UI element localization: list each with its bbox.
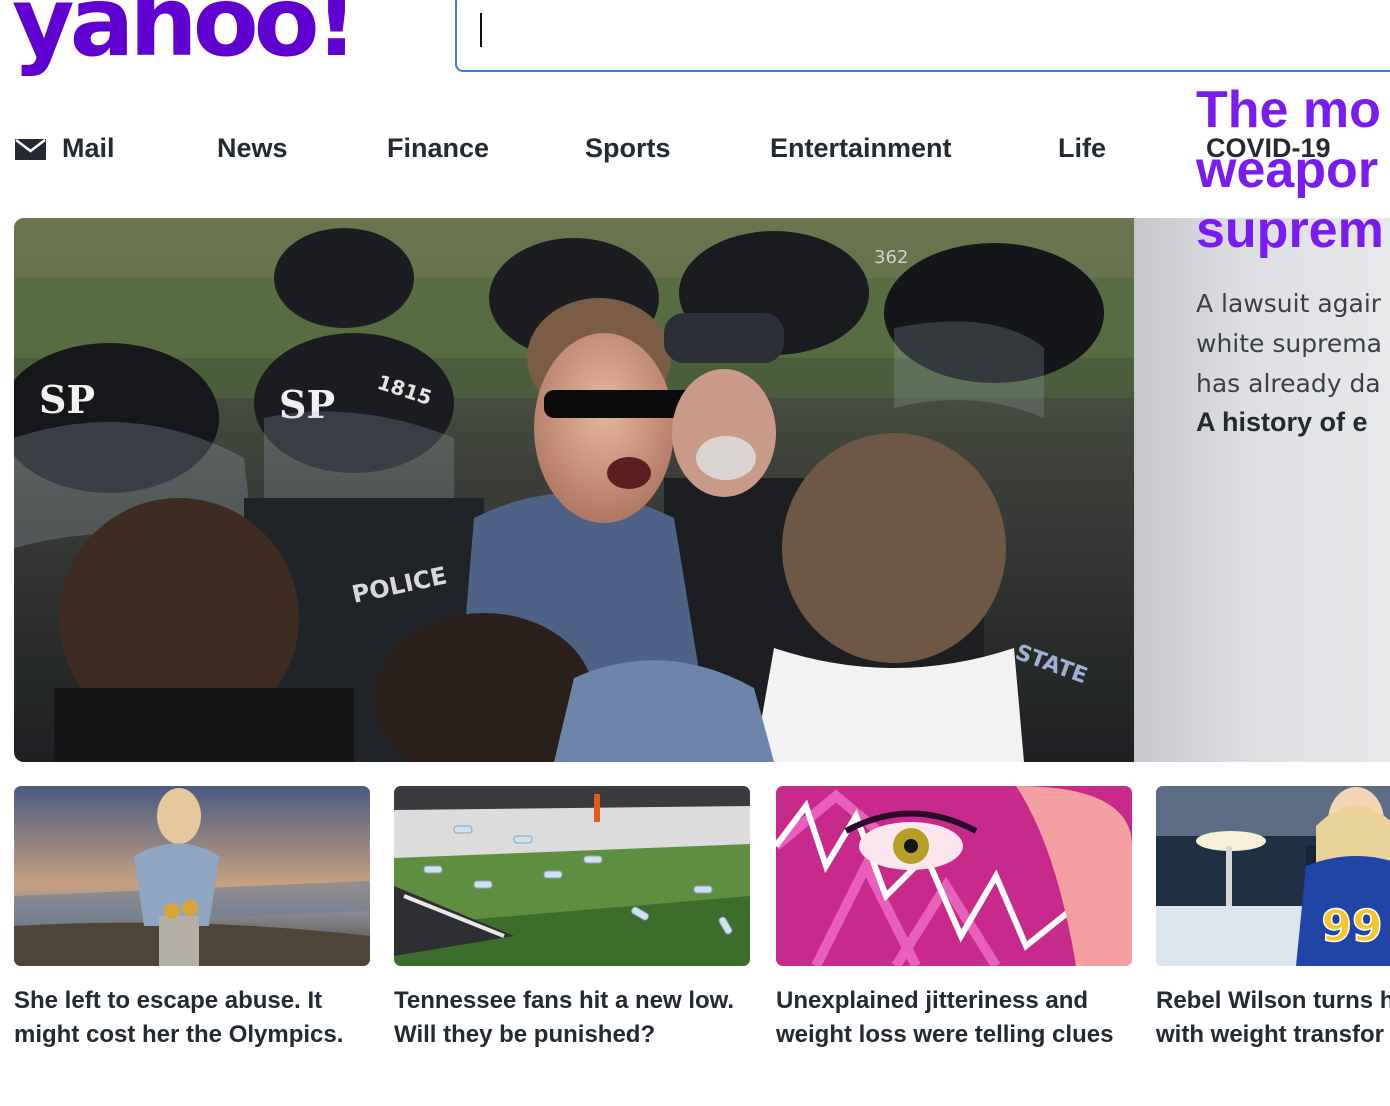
nav-item-finance[interactable]: Finance <box>387 126 489 170</box>
story-card[interactable]: Unexplained jitteriness and weight loss … <box>776 786 1132 1052</box>
story-card[interactable]: Tennessee fans hit a new low. Will they … <box>394 786 750 1052</box>
hero-image[interactable]: SP SP 1815 362 POLICE STATE <box>14 218 1134 762</box>
hero-story[interactable]: SP SP 1815 362 POLICE STATE <box>14 218 1390 762</box>
mail-icon <box>15 139 46 160</box>
story-headline[interactable]: Tennessee fans hit a new low. Will they … <box>394 984 774 1052</box>
story-headline[interactable]: She left to escape abuse. It might cost … <box>14 984 394 1052</box>
story-thumbnail[interactable]: 99 <box>1156 786 1390 966</box>
story-headline[interactable]: Unexplained jitteriness and weight loss … <box>776 984 1156 1052</box>
hero-related-link[interactable]: A history of e <box>1196 407 1368 438</box>
text-cursor <box>480 13 482 47</box>
yahoo-homepage: yahoo! Mail News Finance Sports Entertai… <box>0 0 1390 1106</box>
story-thumbnail[interactable] <box>394 786 750 966</box>
main-nav: Mail News Finance Sports Entertainment L… <box>0 126 1390 170</box>
story-card[interactable]: 99 Rebel Wilson turns h with weight tran… <box>1156 786 1390 1052</box>
story-thumbnail[interactable] <box>14 786 370 966</box>
nav-item-sports[interactable]: Sports <box>585 126 671 170</box>
search-input[interactable] <box>455 0 1390 72</box>
story-headline[interactable]: Rebel Wilson turns h with weight transfo… <box>1156 984 1390 1052</box>
story-thumbnail[interactable] <box>776 786 1132 966</box>
jersey-number: 99 <box>1321 901 1382 952</box>
nav-label: Mail <box>62 133 115 163</box>
story-card[interactable]: She left to escape abuse. It might cost … <box>14 786 370 1052</box>
nav-item-life[interactable]: Life <box>1058 126 1106 170</box>
yahoo-logo[interactable]: yahoo! <box>12 0 358 70</box>
nav-item-entertainment[interactable]: Entertainment <box>770 126 952 170</box>
helmet-label: SP <box>39 377 95 422</box>
hero-headline[interactable]: The mo weapor suprem <box>1196 80 1390 260</box>
hero-summary: A lawsuit agair white suprema has alread… <box>1196 289 1382 398</box>
helmet-label: 362 <box>874 247 908 268</box>
nav-item-news[interactable]: News <box>217 126 288 170</box>
